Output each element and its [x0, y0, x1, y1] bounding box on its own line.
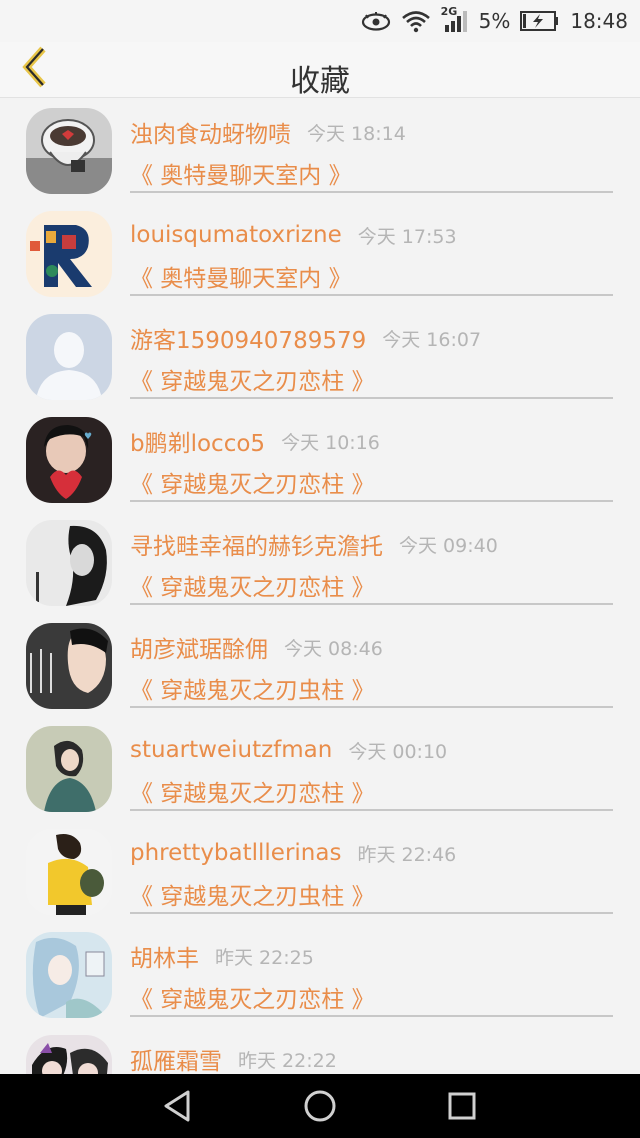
avatar: [26, 211, 112, 297]
battery-percent: 5%: [478, 9, 511, 33]
favorites-list: 浊肉食动蚜物啧 今天 18:14 《 奥特曼聊天室内 》 louisqumato…: [0, 98, 640, 1074]
avatar: [26, 314, 112, 400]
recents-square-icon: [448, 1092, 476, 1120]
user-name: 游客1590940789579: [130, 328, 367, 354]
timestamp: 昨天 22:22: [238, 1049, 337, 1072]
divider: [130, 294, 613, 296]
eye-icon: [361, 12, 390, 31]
navigation-bar: [0, 1074, 640, 1138]
avatar: [26, 623, 112, 709]
user-name: 胡林丰: [130, 946, 199, 972]
timestamp: 今天 00:10: [348, 740, 448, 763]
svg-text:♥: ♥: [84, 432, 92, 442]
user-name: b鹏剃locco5: [130, 431, 266, 457]
divider: [130, 500, 613, 502]
timestamp: 今天 16:07: [382, 328, 482, 351]
room-title: 《 穿越鬼灭之刃恋柱 》: [130, 472, 375, 498]
divider: [130, 191, 613, 193]
divider: [130, 397, 613, 399]
avatar: [26, 932, 112, 1018]
favorite-item[interactable]: louisqumatoxrizne 今天 17:53 《 奥特曼聊天室内 》: [0, 201, 640, 304]
battery-charging-icon: [520, 11, 559, 31]
page-title: 收藏: [290, 64, 350, 99]
wifi-icon: [401, 11, 430, 33]
user-name: louisqumatoxrizne: [130, 222, 342, 248]
divider: [130, 809, 613, 811]
avatar: ♥: [26, 417, 112, 503]
favorite-item[interactable]: ♥ b鹏剃locco5 今天 10:16 《 穿越鬼灭之刃恋柱 》: [0, 407, 640, 510]
favorite-item[interactable]: 浊肉食动蚜物啧 今天 18:14 《 奥特曼聊天室内 》: [0, 98, 640, 201]
timestamp: 今天 10:16: [281, 431, 380, 454]
divider: [130, 912, 613, 914]
timestamp: 昨天 22:46: [357, 843, 457, 866]
user-name: 孤雁霜雪: [130, 1049, 222, 1074]
room-title: 《 穿越鬼灭之刃恋柱 》: [130, 987, 375, 1013]
user-name: 胡彦斌琚酴佣: [130, 637, 268, 663]
user-name: phrettybatlllerinas: [130, 840, 342, 866]
avatar: [26, 829, 112, 915]
title-bar: 收藏: [0, 42, 640, 99]
user-name: stuartweiutzfman: [130, 737, 333, 763]
nav-back-button[interactable]: [153, 1086, 203, 1126]
avatar: [26, 520, 112, 606]
room-title: 《 穿越鬼灭之刃恋柱 》: [130, 575, 375, 601]
room-title: 《 奥特曼聊天室内 》: [130, 163, 352, 189]
divider: [130, 603, 613, 605]
divider: [130, 1015, 613, 1017]
favorite-item[interactable]: phrettybatlllerinas 昨天 22:46 《 穿越鬼灭之刃虫柱 …: [0, 819, 640, 922]
timestamp: 今天 08:46: [284, 637, 383, 660]
favorite-item[interactable]: 游客1590940789579 今天 16:07 《 穿越鬼灭之刃恋柱 》: [0, 304, 640, 407]
signal-icon: 2G: [441, 5, 469, 33]
avatar: [26, 726, 112, 812]
room-title: 《 穿越鬼灭之刃恋柱 》: [130, 369, 375, 395]
user-name: 寻找畦幸福的赫钐克澹托: [130, 534, 383, 560]
favorite-item[interactable]: 胡彦斌琚酴佣 今天 08:46 《 穿越鬼灭之刃虫柱 》: [0, 613, 640, 716]
favorite-item[interactable]: 寻找畦幸福的赫钐克澹托 今天 09:40 《 穿越鬼灭之刃恋柱 》: [0, 510, 640, 613]
user-name: 浊肉食动蚜物啧: [130, 122, 291, 148]
nav-recents-button[interactable]: [437, 1086, 487, 1126]
timestamp: 今天 18:14: [307, 122, 406, 145]
favorite-item[interactable]: 胡林丰 昨天 22:25 《 穿越鬼灭之刃恋柱 》: [0, 922, 640, 1025]
divider: [130, 706, 613, 708]
timestamp: 昨天 22:25: [215, 946, 314, 969]
room-title: 《 穿越鬼灭之刃虫柱 》: [130, 678, 375, 704]
avatar: [26, 1035, 112, 1074]
favorite-item[interactable]: stuartweiutzfman 今天 00:10 《 穿越鬼灭之刃恋柱 》: [0, 716, 640, 819]
clock: 18:48: [570, 9, 628, 33]
favorite-item[interactable]: 孤雁霜雪 昨天 22:22: [0, 1025, 640, 1074]
status-bar: 2G 5% 18:48: [0, 0, 640, 42]
home-circle-icon: [304, 1090, 336, 1122]
room-title: 《 奥特曼聊天室内 》: [130, 266, 352, 292]
room-title: 《 穿越鬼灭之刃虫柱 》: [130, 884, 375, 910]
timestamp: 今天 09:40: [399, 534, 498, 557]
timestamp: 今天 17:53: [357, 225, 457, 248]
back-triangle-icon: [164, 1090, 190, 1122]
nav-home-button[interactable]: [295, 1086, 345, 1126]
room-title: 《 穿越鬼灭之刃恋柱 》: [130, 781, 375, 807]
avatar: [26, 108, 112, 194]
